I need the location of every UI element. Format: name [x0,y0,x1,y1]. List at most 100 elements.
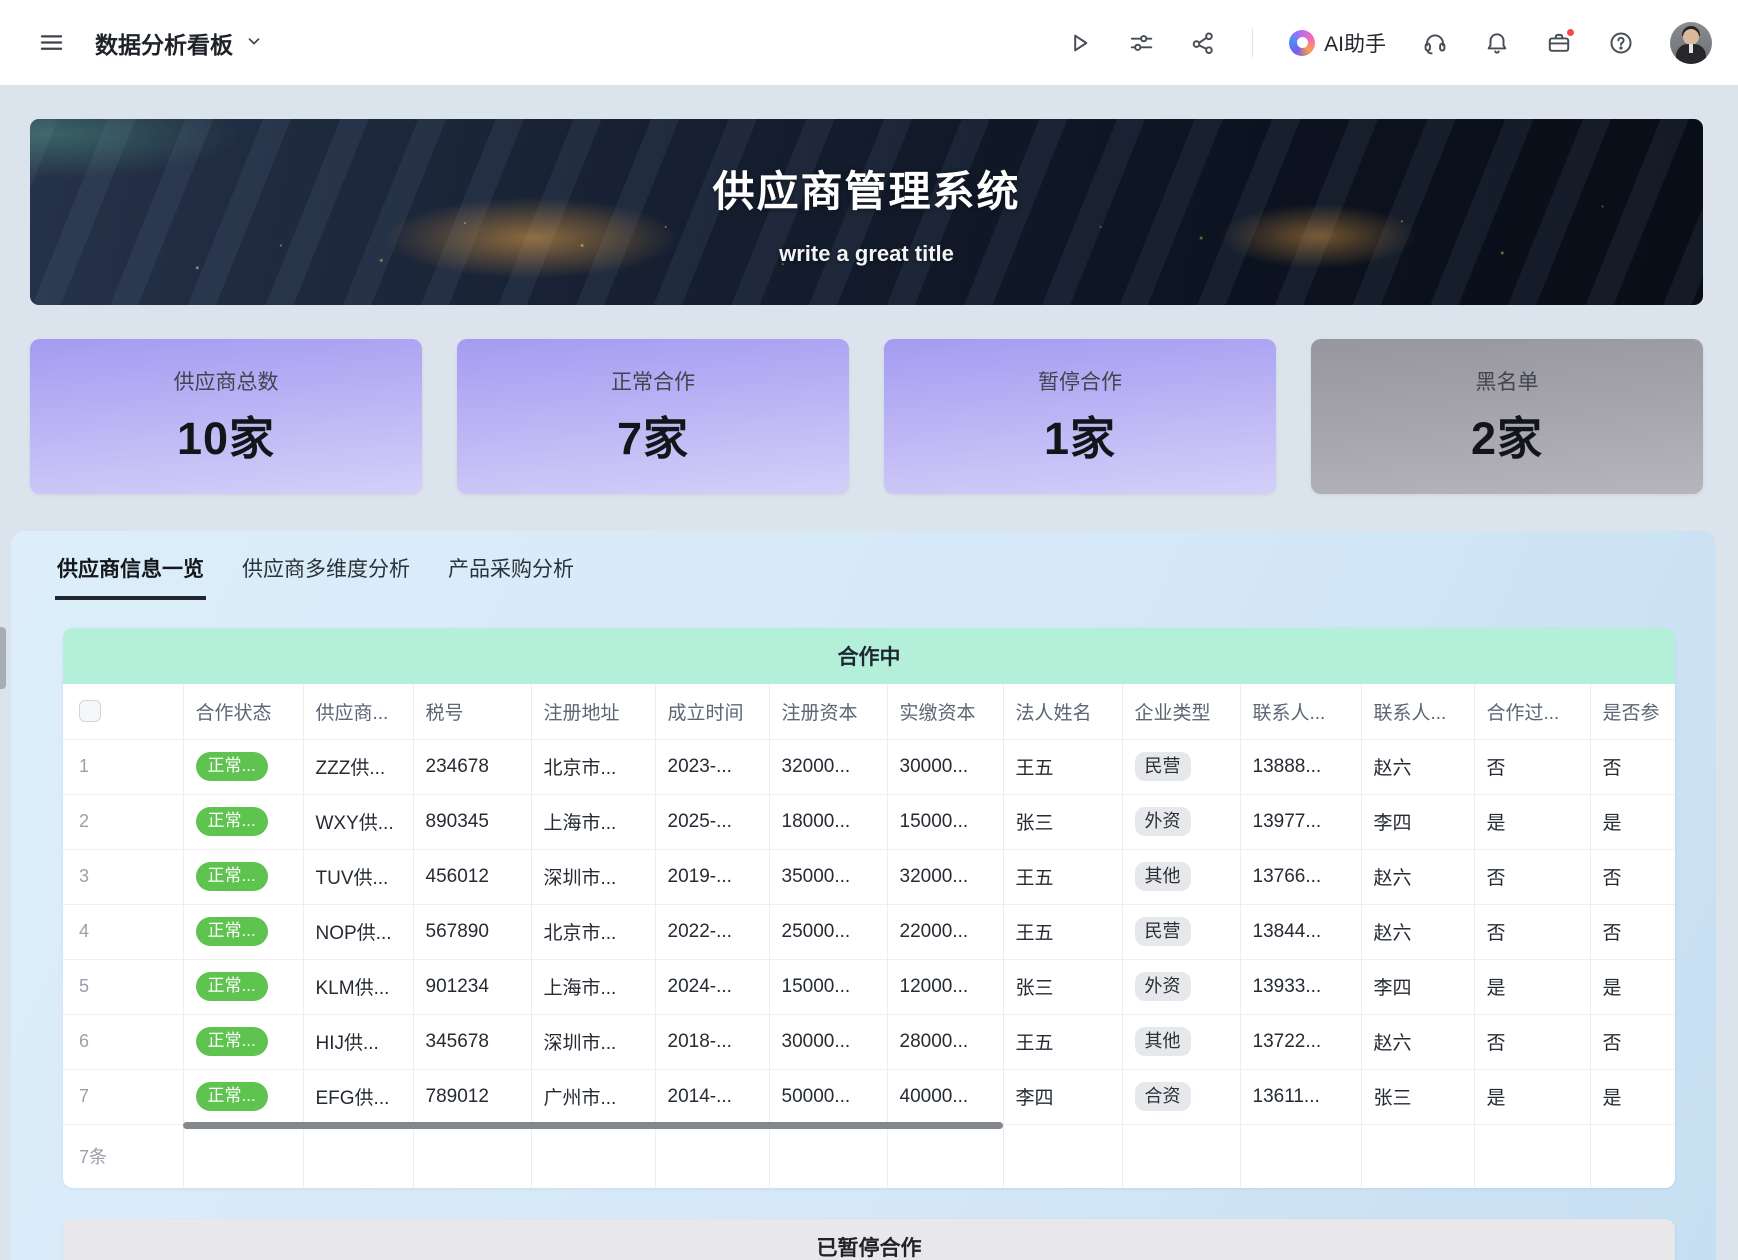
cell[interactable]: 李四 [1361,959,1474,1014]
cell[interactable]: 28000... [887,1014,1003,1069]
cell[interactable]: 合资 [1122,1069,1240,1124]
cell[interactable]: 否 [1590,849,1675,904]
cell[interactable]: 567890 [413,904,531,959]
cell[interactable]: 30000... [887,739,1003,794]
cell[interactable]: 40000... [887,1069,1003,1124]
cell[interactable]: 否 [1474,849,1590,904]
cell[interactable]: 深圳市... [531,849,655,904]
workbench-button[interactable] [1546,30,1572,56]
cell[interactable]: 否 [1590,1014,1675,1069]
cell[interactable]: 否 [1590,739,1675,794]
row-number[interactable]: 2 [63,794,183,849]
column-header-8[interactable]: 法人姓名 [1003,684,1122,739]
tab-3[interactable]: 产品采购分析 [446,545,576,600]
row-number[interactable]: 4 [63,904,183,959]
cell[interactable]: 赵六 [1361,849,1474,904]
cell[interactable]: 王五 [1003,1014,1122,1069]
cell[interactable]: 其他 [1122,849,1240,904]
column-header-6[interactable]: 注册资本 [769,684,887,739]
column-header-13[interactable]: 是否参 [1590,684,1675,739]
menu-button[interactable] [38,29,65,56]
support-button[interactable] [1422,30,1448,56]
column-header-9[interactable]: 企业类型 [1122,684,1240,739]
row-number[interactable]: 5 [63,959,183,1014]
cell[interactable]: 否 [1474,739,1590,794]
present-button[interactable] [1066,30,1092,56]
cell[interactable]: 2019-... [655,849,769,904]
row-number[interactable]: 6 [63,1014,183,1069]
cell[interactable]: 正常... [183,904,303,959]
column-header-3[interactable]: 税号 [413,684,531,739]
page-scrollbar[interactable] [0,627,6,689]
cell[interactable]: 赵六 [1361,904,1474,959]
cell[interactable]: 789012 [413,1069,531,1124]
column-header-5[interactable]: 成立时间 [655,684,769,739]
column-header-11[interactable]: 联系人... [1361,684,1474,739]
cell[interactable]: 民营 [1122,739,1240,794]
cell[interactable]: 李四 [1361,794,1474,849]
cell[interactable]: 13977... [1240,794,1361,849]
cell[interactable]: 13766... [1240,849,1361,904]
cell[interactable]: EFG供... [303,1069,413,1124]
row-number[interactable]: 3 [63,849,183,904]
cell[interactable]: 北京市... [531,739,655,794]
user-avatar[interactable] [1670,22,1712,64]
cell[interactable]: 是 [1590,1069,1675,1124]
cell[interactable]: 张三 [1003,959,1122,1014]
row-number[interactable]: 7 [63,1069,183,1124]
cell[interactable]: 901234 [413,959,531,1014]
cell[interactable]: 是 [1474,794,1590,849]
cell[interactable]: 正常... [183,794,303,849]
column-header-2[interactable]: 供应商... [303,684,413,739]
cell[interactable]: 否 [1474,904,1590,959]
cell[interactable]: 12000... [887,959,1003,1014]
cell[interactable]: 13722... [1240,1014,1361,1069]
notifications-button[interactable] [1484,30,1510,56]
cell[interactable]: 890345 [413,794,531,849]
cell[interactable]: 王五 [1003,739,1122,794]
horizontal-scrollbar[interactable] [183,1122,1003,1129]
cell[interactable]: 广州市... [531,1069,655,1124]
cell[interactable]: 345678 [413,1014,531,1069]
cell[interactable]: 赵六 [1361,1014,1474,1069]
cell[interactable]: 上海市... [531,794,655,849]
cell[interactable]: 25000... [769,904,887,959]
cell[interactable]: 否 [1474,1014,1590,1069]
row-number[interactable]: 1 [63,739,183,794]
cell[interactable]: 其他 [1122,1014,1240,1069]
cell[interactable]: 2022-... [655,904,769,959]
cell[interactable]: 32000... [769,739,887,794]
cell[interactable]: 正常... [183,1069,303,1124]
cell[interactable]: 赵六 [1361,739,1474,794]
cell[interactable]: TUV供... [303,849,413,904]
cell[interactable]: 234678 [413,739,531,794]
cell[interactable]: 民营 [1122,904,1240,959]
cell[interactable]: 正常... [183,959,303,1014]
cell[interactable]: 2023-... [655,739,769,794]
cell[interactable]: 深圳市... [531,1014,655,1069]
ai-assistant-button[interactable]: AI助手 [1289,28,1386,58]
tab-1[interactable]: 供应商信息一览 [55,545,206,600]
cell[interactable]: 否 [1590,904,1675,959]
cell[interactable]: 30000... [769,1014,887,1069]
cell[interactable]: 32000... [887,849,1003,904]
dashboard-title-button[interactable]: 数据分析看板 [95,26,263,60]
cell[interactable]: 13933... [1240,959,1361,1014]
cell[interactable]: NOP供... [303,904,413,959]
settings-button[interactable] [1128,30,1154,56]
cell[interactable]: 13611... [1240,1069,1361,1124]
cell[interactable]: 正常... [183,1014,303,1069]
cell[interactable]: 15000... [769,959,887,1014]
cell[interactable]: 13844... [1240,904,1361,959]
cell[interactable]: 2025-... [655,794,769,849]
cell[interactable]: 李四 [1003,1069,1122,1124]
column-header-12[interactable]: 合作过... [1474,684,1590,739]
cell[interactable]: 是 [1590,959,1675,1014]
cell[interactable]: 50000... [769,1069,887,1124]
column-header-7[interactable]: 实缴资本 [887,684,1003,739]
column-header-1[interactable]: 合作状态 [183,684,303,739]
cell[interactable]: 北京市... [531,904,655,959]
cell[interactable]: 是 [1590,794,1675,849]
cell[interactable]: 2014-... [655,1069,769,1124]
cell[interactable]: HIJ供... [303,1014,413,1069]
